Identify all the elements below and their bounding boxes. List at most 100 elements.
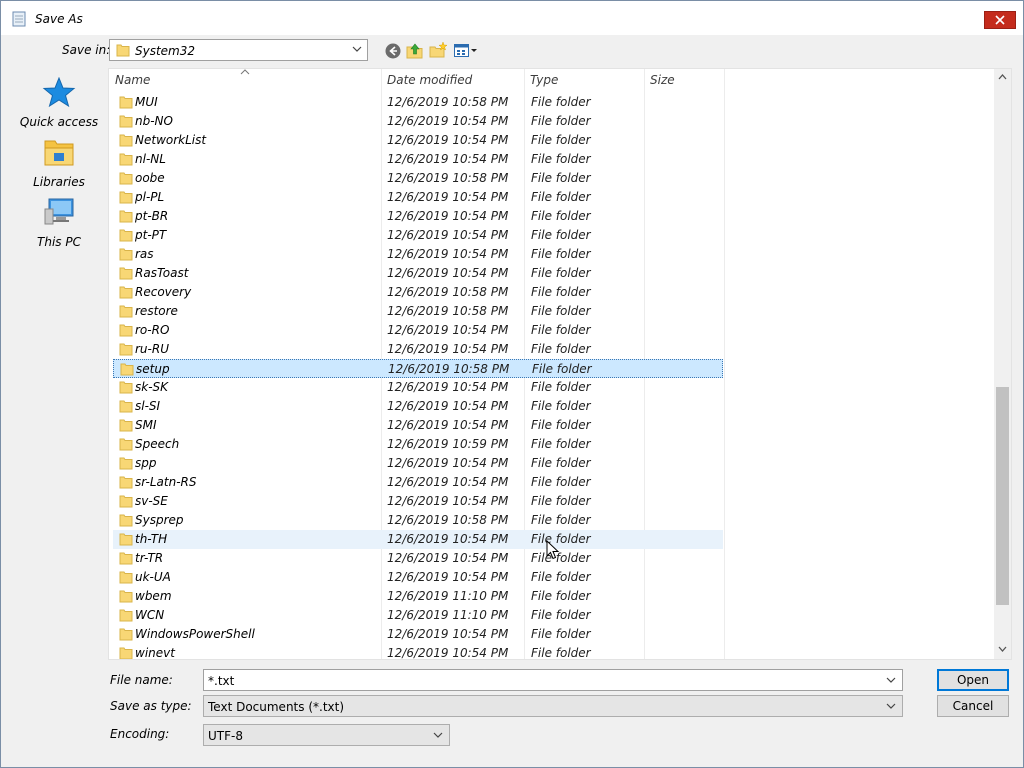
table-row[interactable]: pl-PL 12/6/2019 10:54 PM File folder: [113, 188, 723, 207]
table-row[interactable]: winevt 12/6/2019 10:54 PM File folder: [113, 644, 723, 660]
table-row[interactable]: sv-SE 12/6/2019 10:54 PM File folder: [113, 492, 723, 511]
table-row[interactable]: restore 12/6/2019 10:58 PM File folder: [113, 302, 723, 321]
file-name-input[interactable]: *.txt: [203, 669, 903, 691]
date-modified-cell: 12/6/2019 10:54 PM: [387, 152, 509, 166]
table-row[interactable]: tr-TR 12/6/2019 10:54 PM File folder: [113, 549, 723, 568]
type-cell: File folder: [531, 475, 591, 489]
save-as-type-select[interactable]: Text Documents (*.txt): [203, 695, 903, 717]
close-button[interactable]: [984, 11, 1016, 29]
folder-icon: [119, 476, 133, 489]
back-icon[interactable]: [383, 41, 403, 61]
cancel-button[interactable]: Cancel: [937, 695, 1009, 717]
table-row[interactable]: nb-NO 12/6/2019 10:54 PM File folder: [113, 112, 723, 131]
save-as-dialog: Save As Save in: System32 Quick access L…: [0, 0, 1024, 768]
type-cell: File folder: [531, 190, 591, 204]
title-bar[interactable]: Save As: [1, 1, 1023, 35]
chevron-down-icon: [433, 732, 443, 738]
computer-icon: [44, 198, 74, 225]
column-header-type[interactable]: Type: [524, 69, 644, 91]
table-row[interactable]: RasToast 12/6/2019 10:54 PM File folder: [113, 264, 723, 283]
table-row[interactable]: oobe 12/6/2019 10:58 PM File folder: [113, 169, 723, 188]
date-modified-cell: 12/6/2019 10:54 PM: [387, 627, 509, 641]
column-divider[interactable]: [724, 69, 725, 659]
table-row[interactable]: uk-UA 12/6/2019 10:54 PM File folder: [113, 568, 723, 587]
libraries-icon: [44, 140, 74, 166]
column-header-size[interactable]: Size: [644, 69, 724, 91]
chevron-down-icon: [886, 703, 896, 709]
table-row[interactable]: ro-RO 12/6/2019 10:54 PM File folder: [113, 321, 723, 340]
table-row[interactable]: Speech 12/6/2019 10:59 PM File folder: [113, 435, 723, 454]
folder-icon: [119, 609, 133, 622]
file-name-cell: sv-SE: [135, 494, 168, 508]
table-row[interactable]: spp 12/6/2019 10:54 PM File folder: [113, 454, 723, 473]
view-menu-icon[interactable]: [453, 41, 479, 61]
save-in-label: Save in:: [62, 43, 111, 57]
save-in-combo[interactable]: System32: [109, 39, 368, 61]
file-name-cell: wbem: [135, 589, 172, 603]
encoding-select[interactable]: UTF-8: [203, 724, 450, 746]
file-name-cell: oobe: [135, 171, 165, 185]
date-modified-cell: 12/6/2019 10:54 PM: [387, 133, 509, 147]
type-cell: File folder: [531, 456, 591, 470]
scroll-up-icon[interactable]: [998, 74, 1007, 80]
table-row[interactable]: nl-NL 12/6/2019 10:54 PM File folder: [113, 150, 723, 169]
table-row[interactable]: sr-Latn-RS 12/6/2019 10:54 PM File folder: [113, 473, 723, 492]
file-name-cell: sk-SK: [135, 380, 169, 394]
up-folder-icon[interactable]: [405, 41, 425, 61]
scrollbar-thumb[interactable]: [996, 387, 1009, 605]
type-cell: File folder: [531, 323, 591, 337]
table-row[interactable]: pt-BR 12/6/2019 10:54 PM File folder: [113, 207, 723, 226]
vertical-scrollbar[interactable]: [994, 69, 1011, 659]
table-row[interactable]: setup 12/6/2019 10:58 PM File folder: [113, 359, 723, 378]
date-modified-cell: 12/6/2019 10:54 PM: [387, 190, 509, 204]
table-row[interactable]: sl-SI 12/6/2019 10:54 PM File folder: [113, 397, 723, 416]
folder-icon: [119, 514, 133, 527]
file-name-cell: Sysprep: [135, 513, 184, 527]
table-row[interactable]: MUI 12/6/2019 10:58 PM File folder: [113, 93, 723, 112]
type-cell: File folder: [531, 342, 591, 356]
table-row[interactable]: SMI 12/6/2019 10:54 PM File folder: [113, 416, 723, 435]
place-quick-access[interactable]: Quick access: [13, 77, 105, 133]
place-this-pc[interactable]: This PC: [13, 197, 105, 253]
scroll-down-icon[interactable]: [998, 646, 1007, 652]
open-button[interactable]: Open: [937, 669, 1009, 691]
new-folder-icon[interactable]: [428, 41, 448, 61]
table-row[interactable]: WindowsPowerShell 12/6/2019 10:54 PM File …: [113, 625, 723, 644]
column-header-date[interactable]: Date modified: [381, 69, 524, 91]
date-modified-cell: 12/6/2019 10:54 PM: [387, 209, 509, 223]
table-row[interactable]: sk-SK 12/6/2019 10:54 PM File folder: [113, 378, 723, 397]
date-modified-cell: 12/6/2019 10:54 PM: [387, 342, 509, 356]
date-modified-cell: 12/6/2019 10:59 PM: [387, 437, 509, 451]
table-row[interactable]: WCN 12/6/2019 11:10 PM File folder: [113, 606, 723, 625]
column-header-name[interactable]: Name: [109, 69, 381, 91]
date-modified-cell: 12/6/2019 10:54 PM: [387, 646, 509, 660]
type-cell: File folder: [531, 418, 591, 432]
place-label: Libraries: [33, 175, 85, 189]
table-row[interactable]: pt-PT 12/6/2019 10:54 PM File folder: [113, 226, 723, 245]
file-name-cell: tr-TR: [135, 551, 164, 565]
table-row[interactable]: Recovery 12/6/2019 10:58 PM File folder: [113, 283, 723, 302]
folder-icon: [119, 438, 133, 451]
table-row[interactable]: ras 12/6/2019 10:54 PM File folder: [113, 245, 723, 264]
folder-icon: [119, 248, 133, 261]
type-cell: File folder: [531, 551, 591, 565]
date-modified-cell: 12/6/2019 10:54 PM: [387, 570, 509, 584]
file-name-cell: th-TH: [135, 532, 168, 546]
file-name-cell: WCN: [135, 608, 165, 622]
place-libraries[interactable]: Libraries: [13, 137, 105, 193]
file-list[interactable]: Name Date modified Type Size MUI 12/6/201…: [108, 68, 1012, 660]
table-row[interactable]: Sysprep 12/6/2019 10:58 PM File folder: [113, 511, 723, 530]
folder-icon: [119, 267, 133, 280]
date-modified-cell: 12/6/2019 10:54 PM: [387, 114, 509, 128]
type-cell: File folder: [531, 209, 591, 223]
file-name-cell: MUI: [135, 95, 158, 109]
table-row[interactable]: NetworkList 12/6/2019 10:54 PM File folder: [113, 131, 723, 150]
chevron-down-icon[interactable]: [886, 677, 896, 684]
table-row[interactable]: wbem 12/6/2019 11:10 PM File folder: [113, 587, 723, 606]
place-label: Quick access: [19, 115, 99, 129]
type-cell: File folder: [531, 114, 591, 128]
save-as-type-label: Save as type:: [110, 699, 192, 713]
table-row[interactable]: ru-RU 12/6/2019 10:54 PM File folder: [113, 340, 723, 359]
type-cell: File folder: [531, 152, 591, 166]
table-row[interactable]: th-TH 12/6/2019 10:54 PM File folder: [113, 530, 723, 549]
